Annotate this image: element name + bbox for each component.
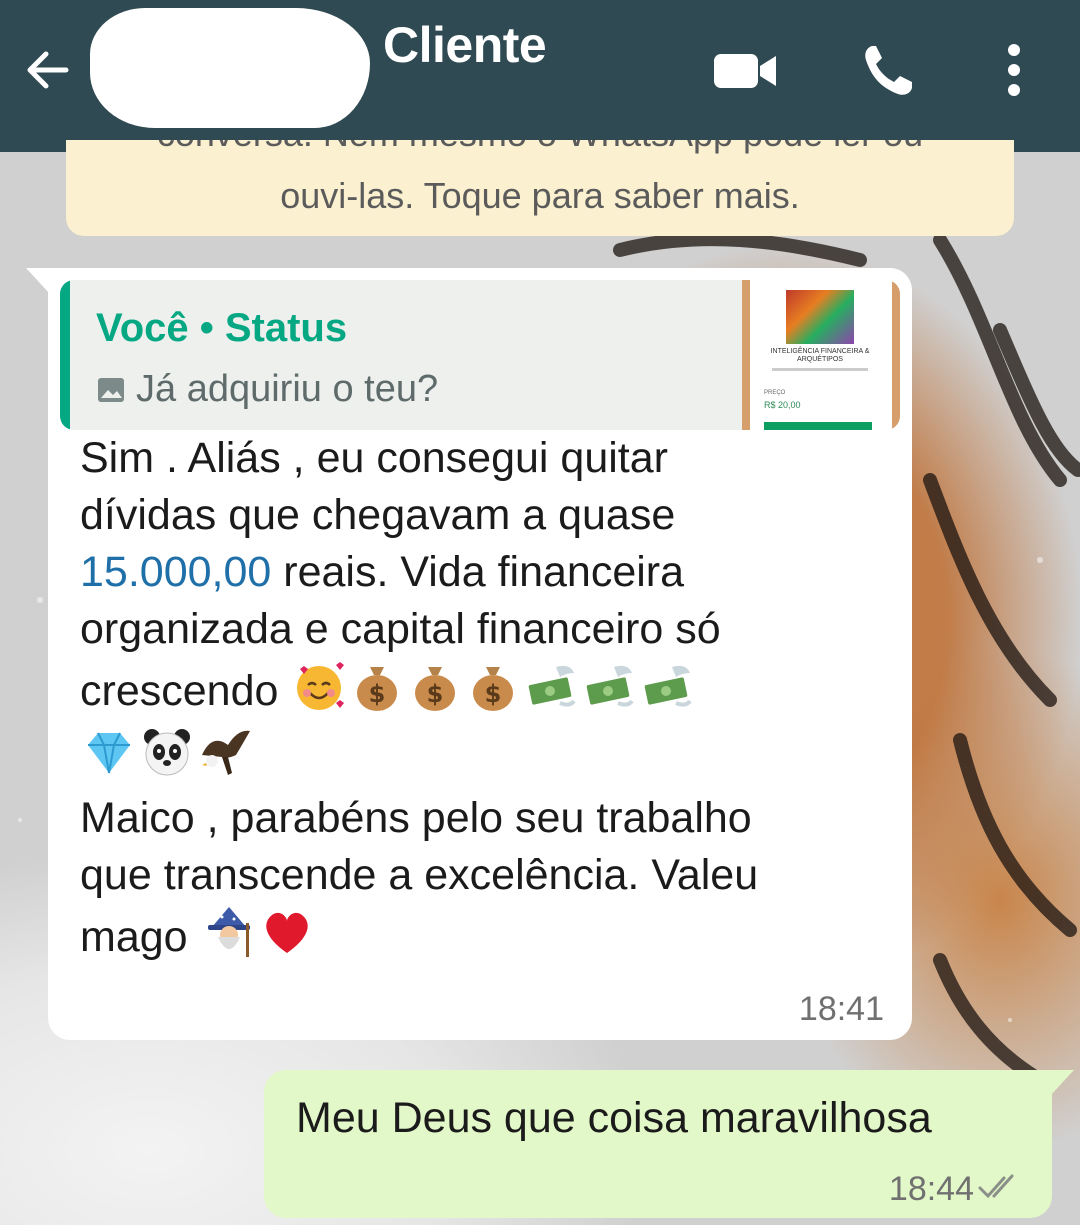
encryption-notice-cut-line: conversa. Nem mesmo o WhatsApp pode ler … bbox=[66, 140, 1014, 156]
thumb-title: INTELIGÊNCIA FINANCEIRA & ARQUÉTIPOS bbox=[770, 348, 870, 363]
more-options-icon[interactable] bbox=[1002, 40, 1026, 100]
thumb-buy-button bbox=[764, 422, 872, 430]
svg-text:$: $ bbox=[485, 680, 502, 708]
svg-text:$: $ bbox=[427, 680, 444, 708]
video-call-icon[interactable] bbox=[712, 50, 778, 92]
quoted-status[interactable]: Você • Status Já adquiriu o teu? INTELIG… bbox=[60, 280, 900, 430]
message-text: Sim . Aliás , eu consegui quitar dívidas… bbox=[80, 430, 880, 970]
chat-header: Cliente online bbox=[0, 0, 1080, 152]
eagle-icon bbox=[202, 730, 250, 775]
message-word: crescendo bbox=[80, 667, 279, 715]
contact-name[interactable]: Cliente bbox=[383, 16, 547, 74]
thumb-price: R$ 20,00 bbox=[764, 400, 801, 410]
book-cover-image bbox=[786, 290, 854, 344]
gem-stone-icon bbox=[88, 732, 130, 774]
photo-icon bbox=[98, 377, 124, 402]
quote-accent-bar bbox=[60, 280, 70, 430]
money-bag-icon: $ bbox=[473, 667, 514, 711]
message-timestamp: 18:44 bbox=[888, 1170, 974, 1208]
money-with-wings-icon bbox=[529, 665, 577, 707]
smiling-face-with-hearts-icon bbox=[297, 662, 345, 710]
emoji-line bbox=[80, 724, 880, 790]
money-with-wings-icon bbox=[645, 665, 693, 707]
money-bag-icon: $ bbox=[415, 667, 456, 711]
message-timestamp: 18:41 bbox=[798, 990, 884, 1028]
message-line: Maico , parabéns pelo seu trabalho bbox=[80, 794, 752, 842]
message-line: mago bbox=[80, 904, 880, 970]
message-word: mago bbox=[80, 913, 188, 961]
contact-status: online bbox=[208, 84, 305, 125]
encryption-notice-text: ouvi-las. Toque para saber mais. bbox=[280, 175, 800, 216]
outgoing-message[interactable]: Meu Deus que coisa maravilhosa 18:44 bbox=[264, 1070, 1074, 1218]
money-bag-icon: $ bbox=[357, 667, 398, 711]
money-with-wings-icon bbox=[587, 665, 635, 707]
message-line: que transcende a excelência. Valeu bbox=[80, 851, 759, 899]
status-thumbnail: INTELIGÊNCIA FINANCEIRA & ARQUÉTIPOS PRE… bbox=[742, 280, 900, 430]
message-line: crescendo $ $ $ bbox=[80, 658, 880, 724]
outgoing-message-text: Meu Deus que coisa maravilhosa bbox=[296, 1094, 932, 1142]
thumb-price-label: PREÇO bbox=[764, 390, 786, 396]
quote-author: Você • Status bbox=[96, 306, 348, 350]
message-line-rest: reais. Vida financeira bbox=[271, 548, 685, 596]
red-heart-icon bbox=[265, 912, 308, 953]
encryption-notice[interactable]: conversa. Nem mesmo o WhatsApp pode ler … bbox=[66, 140, 1014, 236]
mage-icon bbox=[207, 907, 250, 957]
thumb-subtitle-line bbox=[772, 368, 868, 371]
message-line: Sim . Aliás , eu consegui quitar bbox=[80, 434, 668, 482]
message-line: organizada e capital financeiro só bbox=[80, 605, 721, 653]
back-arrow-icon[interactable] bbox=[18, 40, 78, 100]
message-line: dívidas que chegavam a quase bbox=[80, 491, 676, 539]
phone-icon[interactable] bbox=[858, 40, 918, 100]
phone-number-link[interactable]: 15.000,00 bbox=[80, 548, 271, 596]
incoming-message[interactable]: Você • Status Já adquiriu o teu? INTELIG… bbox=[26, 268, 912, 1040]
quote-text: Já adquiriu o teu? bbox=[136, 368, 439, 410]
svg-text:$: $ bbox=[369, 680, 386, 708]
quote-text-row: Já adquiriu o teu? bbox=[96, 368, 438, 411]
double-check-icon bbox=[978, 1174, 1014, 1199]
panda-icon bbox=[144, 729, 190, 776]
message-line: 15.000,00 reais. Vida financeira bbox=[80, 544, 880, 601]
